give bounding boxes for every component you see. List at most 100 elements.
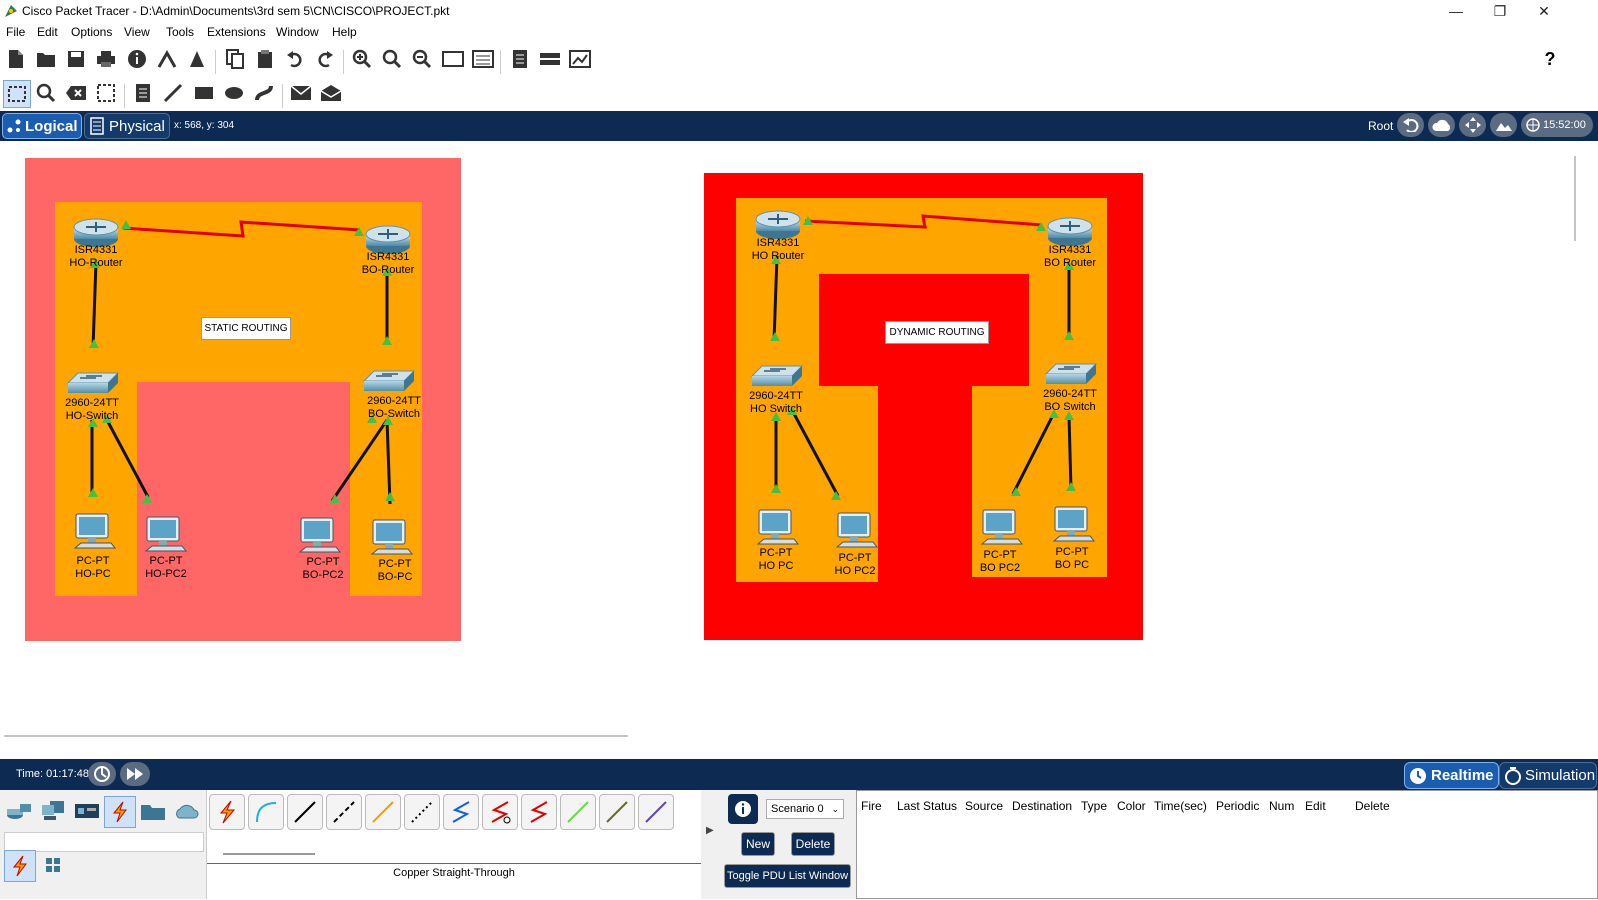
octal-cable-icon[interactable] (560, 794, 596, 830)
zoom-reset-icon[interactable] (379, 46, 405, 72)
dynamic-ho-pc-label[interactable]: PC-PT HO PC (736, 547, 816, 573)
static-bo-pc-label[interactable]: PC-PT BO-PC (355, 558, 435, 584)
new-file-icon[interactable] (3, 46, 29, 72)
automatic-cable-icon[interactable] (209, 794, 245, 830)
dynamic-bo-router-label[interactable]: ISR4331 BO Router (1030, 244, 1110, 270)
inspect-tool-icon[interactable] (33, 80, 59, 106)
dynamic-bo-pc2-label[interactable]: PC-PT BO PC2 (960, 549, 1040, 575)
phone-cable-icon[interactable] (404, 794, 440, 830)
static-bo-router-label[interactable]: ISR4331 BO-Router (348, 251, 428, 277)
miscellaneous-icon[interactable] (138, 796, 168, 826)
pdu-col-last-status[interactable]: Last Status (897, 799, 957, 813)
realtime-tab[interactable]: Realtime (1404, 762, 1499, 789)
menu-extensions[interactable]: Extensions (207, 25, 266, 39)
simulation-tab[interactable]: Simulation (1499, 762, 1597, 789)
pdu-col-fire[interactable]: Fire (861, 799, 882, 813)
clock-pill[interactable]: 15:52:00 (1521, 113, 1593, 137)
dynamic-ho-switch-label[interactable]: 2960-24TT HO Switch (736, 390, 816, 416)
end-devices-icon[interactable] (38, 796, 68, 826)
pdu-col-color[interactable]: Color (1117, 799, 1146, 813)
network-info-icon[interactable] (154, 46, 180, 72)
scenario-select[interactable]: Scenario 0 ⌄ (766, 799, 844, 819)
restore-button[interactable]: ❐ (1478, 0, 1522, 22)
coaxial-cable-icon[interactable] (443, 794, 479, 830)
device-template-manager-icon[interactable] (567, 46, 593, 72)
collapse-arrow-icon[interactable]: ▶ (706, 825, 714, 836)
pdu-col-edit[interactable]: Edit (1305, 799, 1326, 813)
static-ho-router-label[interactable]: ISR4331 HO-Router (56, 244, 136, 270)
components-icon[interactable] (72, 796, 102, 826)
pdu-col-type[interactable]: Type (1081, 799, 1107, 813)
cloud-icon[interactable] (1428, 113, 1455, 137)
drawing-palette-icon[interactable] (440, 46, 466, 72)
scenario-info-icon[interactable] (728, 794, 758, 824)
static-ho-pc2-label[interactable]: PC-PT HO-PC2 (126, 555, 206, 581)
landscape-icon[interactable] (1490, 113, 1517, 137)
draw-rectangle-icon[interactable] (191, 80, 217, 106)
draw-ellipse-icon[interactable] (221, 80, 247, 106)
menu-file[interactable]: File (6, 25, 25, 39)
move-icon[interactable] (1459, 113, 1486, 137)
static-ho-pc-label[interactable]: PC-PT HO-PC (53, 555, 133, 581)
menu-edit[interactable]: Edit (37, 25, 58, 39)
menu-view[interactable]: View (124, 25, 150, 39)
static-bo-pc2-label[interactable]: PC-PT BO-PC2 (283, 556, 363, 582)
pdu-col-source[interactable]: Source (965, 799, 1003, 813)
place-note-icon[interactable] (130, 80, 156, 106)
draw-line-icon[interactable] (160, 80, 186, 106)
activity-wizard-icon[interactable] (184, 46, 210, 72)
horizontal-scrollbar[interactable] (223, 853, 315, 855)
physical-tab[interactable]: Physical (84, 113, 170, 139)
paste-icon[interactable] (252, 46, 278, 72)
resize-shape-icon[interactable] (93, 80, 119, 106)
save-icon[interactable] (63, 46, 89, 72)
network-devices-icon[interactable] (4, 796, 34, 826)
add-complex-pdu-icon[interactable] (318, 80, 344, 106)
grid-view-icon[interactable] (38, 850, 68, 880)
logical-workspace[interactable]: STATIC ROUTING DYNAMIC ROUTING ISR4331 HO… (0, 141, 1582, 743)
menu-help[interactable]: Help (332, 25, 357, 39)
info-icon[interactable] (124, 46, 150, 72)
dynamic-ho-router-label[interactable]: ISR4331 HO Router (738, 237, 818, 263)
power-cycle-icon[interactable] (88, 762, 116, 786)
pdu-col-num[interactable]: Num (1269, 799, 1294, 813)
menu-window[interactable]: Window (276, 25, 319, 39)
copy-icon[interactable] (222, 46, 248, 72)
pdu-list-icon[interactable] (507, 46, 533, 72)
copper-cross-over-icon[interactable] (326, 794, 362, 830)
minimize-button[interactable]: — (1434, 0, 1478, 22)
multiuser-icon[interactable] (172, 796, 202, 826)
device-search-box[interactable] (4, 832, 204, 852)
open-folder-icon[interactable] (33, 46, 59, 72)
undo-icon[interactable] (282, 46, 308, 72)
dynamic-routing-note[interactable]: DYNAMIC ROUTING (885, 321, 989, 344)
close-button[interactable]: ✕ (1522, 0, 1566, 22)
pdu-col-destination[interactable]: Destination (1012, 799, 1072, 813)
menu-options[interactable]: Options (71, 25, 112, 39)
serial-dte-icon[interactable] (521, 794, 557, 830)
logical-tab[interactable]: Logical (2, 113, 82, 139)
redo-icon[interactable] (312, 46, 338, 72)
connections-icon[interactable] (104, 796, 136, 828)
serial-dce-icon[interactable] (482, 794, 518, 830)
pdu-col-delete[interactable]: Delete (1355, 799, 1390, 813)
usb-cable-icon[interactable] (638, 794, 674, 830)
static-bo-switch-label[interactable]: 2960-24TT BO-Switch (354, 395, 434, 421)
iot-custom-cable-icon[interactable] (599, 794, 635, 830)
zoom-in-icon[interactable] (349, 46, 375, 72)
fiber-cable-icon[interactable] (365, 794, 401, 830)
static-ho-switch-label[interactable]: 2960-24TT HO-Switch (52, 397, 132, 423)
print-icon[interactable] (93, 46, 119, 72)
copper-straight-through-icon[interactable] (287, 794, 323, 830)
toggle-pdu-list-button[interactable]: Toggle PDU List Window (724, 864, 851, 888)
connections-subcategory-icon[interactable] (4, 850, 36, 882)
help-icon[interactable]: ? (1537, 46, 1563, 72)
static-routing-note[interactable]: STATIC ROUTING (201, 317, 291, 340)
delete-tool-icon[interactable] (63, 80, 89, 106)
fast-forward-icon[interactable] (120, 762, 150, 786)
menu-tools[interactable]: Tools (166, 25, 194, 39)
select-tool-icon[interactable] (3, 80, 31, 108)
custom-device-dialog-icon[interactable] (470, 46, 496, 72)
new-scenario-button[interactable]: New (741, 832, 775, 856)
dynamic-bo-pc-label[interactable]: PC-PT BO PC (1032, 546, 1112, 572)
